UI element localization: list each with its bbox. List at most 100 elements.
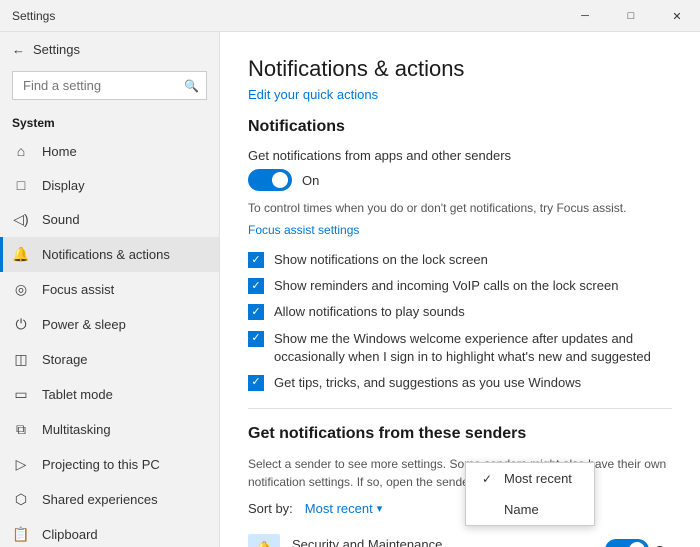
sidebar-label-home: Home — [42, 144, 77, 159]
chevron-down-icon: ▾ — [377, 502, 383, 515]
sidebar-search-container: 🔍 — [12, 71, 207, 100]
sound-icon: ◁) — [12, 211, 30, 228]
senders-section-title: Get notifications from these senders — [248, 425, 672, 443]
focus-info-text: To control times when you do or don't ge… — [248, 199, 672, 217]
sidebar-label-display: Display — [42, 178, 85, 193]
checkbox-row-welcome: ✓ Show me the Windows welcome experience… — [248, 330, 672, 366]
sidebar-label-power: Power & sleep — [42, 317, 126, 332]
sidebar-title: Settings — [33, 42, 80, 57]
checkbox-label-welcome: Show me the Windows welcome experience a… — [274, 330, 672, 366]
checkbox-label-tips: Get tips, tricks, and suggestions as you… — [274, 374, 581, 392]
notifications-toggle-row: On — [248, 169, 672, 191]
checkbox-welcome[interactable]: ✓ — [248, 331, 264, 347]
sender-row-security[interactable]: 🔔 Security and Maintenance On: Banners, … — [248, 528, 672, 547]
sidebar-label-sound: Sound — [42, 212, 80, 227]
sender-name-security: Security and Maintenance — [292, 537, 593, 547]
sidebar-label-notifications: Notifications & actions — [42, 247, 170, 262]
sender-info-security: Security and Maintenance On: Banners, So… — [292, 537, 593, 547]
close-button[interactable]: ✕ — [654, 0, 700, 32]
clipboard-icon: 📋 — [12, 526, 30, 543]
sidebar-label-clipboard: Clipboard — [42, 527, 98, 542]
search-input[interactable] — [12, 71, 207, 100]
search-icon: 🔍 — [184, 79, 199, 93]
sidebar-item-power[interactable]: ⏻ Power & sleep — [0, 307, 219, 342]
titlebar: Settings ─ □ ✕ — [0, 0, 700, 32]
sidebar-section-label: System — [0, 108, 219, 134]
sidebar-item-shared[interactable]: ⬡ Shared experiences — [0, 482, 219, 517]
maximize-button[interactable]: □ — [608, 0, 654, 32]
checkbox-lockscreen[interactable]: ✓ — [248, 252, 264, 268]
content-area: Notifications & actions Edit your quick … — [220, 32, 700, 547]
checkbox-row-voip: ✓ Show reminders and incoming VoIP calls… — [248, 277, 672, 295]
quick-actions-link[interactable]: Edit your quick actions — [248, 87, 378, 102]
sender-toggle-security[interactable] — [605, 539, 649, 547]
checkbox-sounds[interactable]: ✓ — [248, 304, 264, 320]
checkbox-row-lockscreen: ✓ Show notifications on the lock screen — [248, 251, 672, 269]
sidebar-item-tablet[interactable]: ▭ Tablet mode — [0, 377, 219, 412]
sidebar-item-home[interactable]: ⌂ Home — [0, 134, 219, 168]
sort-selected-label: Most recent — [305, 501, 373, 516]
checkmark-icon: ✓ — [482, 472, 496, 486]
sort-dropdown[interactable]: Most recent ▾ — [305, 501, 382, 516]
titlebar-title: Settings — [12, 9, 55, 23]
checkbox-label-sounds: Allow notifications to play sounds — [274, 303, 465, 321]
senders-description: Select a sender to see more settings. So… — [248, 455, 672, 491]
display-icon: □ — [12, 177, 30, 193]
sidebar-item-focus[interactable]: ◎ Focus assist — [0, 272, 219, 307]
check-icon: ✓ — [251, 255, 260, 266]
sidebar-item-projecting[interactable]: ▷ Projecting to this PC — [0, 447, 219, 482]
notifications-toggle-label: On — [302, 173, 319, 188]
sort-label: Sort by: — [248, 501, 293, 516]
titlebar-controls: ─ □ ✕ — [562, 0, 700, 31]
dropdown-label-name: Name — [504, 502, 539, 517]
dropdown-item-name[interactable]: Name — [466, 494, 594, 525]
checkboxes-container: ✓ Show notifications on the lock screen … — [248, 251, 672, 392]
sidebar-label-multitasking: Multitasking — [42, 422, 111, 437]
sidebar-item-storage[interactable]: ◫ Storage — [0, 342, 219, 377]
sidebar-label-shared: Shared experiences — [42, 492, 158, 507]
check-icon: ✓ — [251, 333, 260, 344]
sidebar-item-clipboard[interactable]: 📋 Clipboard — [0, 517, 219, 547]
sort-dropdown-menu: ✓ Most recent Name — [465, 462, 595, 526]
page-title: Notifications & actions — [248, 56, 672, 82]
dropdown-item-most-recent[interactable]: ✓ Most recent — [466, 463, 594, 494]
section-divider — [248, 408, 672, 409]
notifications-section-title: Notifications — [248, 118, 672, 136]
notifications-icon: 🔔 — [12, 246, 30, 263]
check-icon: ✓ — [251, 281, 260, 292]
shared-icon: ⬡ — [12, 491, 30, 508]
sender-toggle-label-security: On — [655, 543, 672, 547]
sidebar-item-multitasking[interactable]: ⧉ Multitasking — [0, 412, 219, 447]
notifications-toggle[interactable] — [248, 169, 292, 191]
sender-icon-security: 🔔 — [248, 534, 280, 547]
sidebar-label-projecting: Projecting to this PC — [42, 457, 160, 472]
sidebar-label-focus: Focus assist — [42, 282, 114, 297]
notifications-toggle-description: Get notifications from apps and other se… — [248, 148, 672, 163]
tablet-icon: ▭ — [12, 386, 30, 403]
checkbox-row-tips: ✓ Get tips, tricks, and suggestions as y… — [248, 374, 672, 392]
checkbox-label-lockscreen: Show notifications on the lock screen — [274, 251, 488, 269]
sidebar-item-display[interactable]: □ Display — [0, 168, 219, 202]
power-icon: ⏻ — [12, 316, 30, 333]
focus-assist-link[interactable]: Focus assist settings — [248, 223, 359, 237]
checkbox-voip[interactable]: ✓ — [248, 278, 264, 294]
sidebar-label-tablet: Tablet mode — [42, 387, 113, 402]
minimize-button[interactable]: ─ — [562, 0, 608, 32]
check-icon: ✓ — [251, 377, 260, 388]
sidebar-label-storage: Storage — [42, 352, 88, 367]
sort-row: Sort by: Most recent ▾ — [248, 501, 672, 516]
senders-container: 🔔 Security and Maintenance On: Banners, … — [248, 528, 672, 547]
sidebar-item-sound[interactable]: ◁) Sound — [0, 202, 219, 237]
multitasking-icon: ⧉ — [12, 421, 30, 438]
checkbox-label-voip: Show reminders and incoming VoIP calls o… — [274, 277, 618, 295]
storage-icon: ◫ — [12, 351, 30, 368]
check-icon: ✓ — [251, 307, 260, 318]
sidebar-back-button[interactable]: ← Settings — [0, 32, 219, 67]
checkbox-tips[interactable]: ✓ — [248, 375, 264, 391]
dropdown-label-most-recent: Most recent — [504, 471, 572, 486]
projecting-icon: ▷ — [12, 456, 30, 473]
sender-toggle-wrap-security: On — [605, 539, 672, 547]
back-icon: ← — [12, 42, 25, 57]
sidebar-item-notifications[interactable]: 🔔 Notifications & actions — [0, 237, 219, 272]
focus-icon: ◎ — [12, 281, 30, 298]
